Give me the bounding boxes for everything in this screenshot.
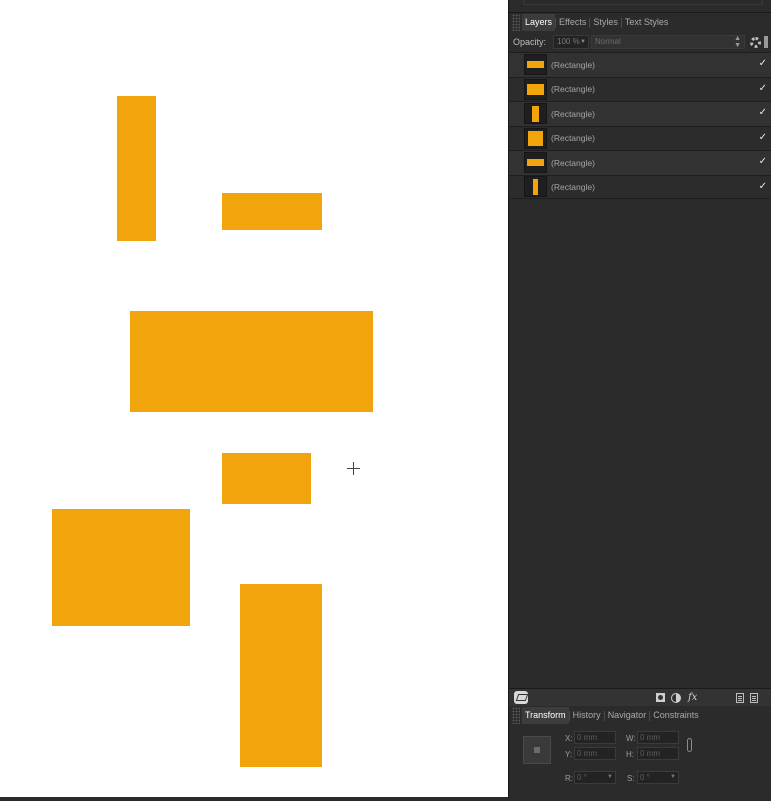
duplicate-icon[interactable] [750,692,759,703]
fx-icon[interactable]: fx [688,692,697,703]
layer-name: (Rectangle) [551,108,595,119]
chevron-down-icon: ▼ [607,774,613,780]
h-field[interactable]: 0 mm [637,747,679,760]
transform-panel-tabbar: Transform History Navigator Constraints [509,707,771,724]
visibility-checkmark-icon[interactable]: ✓ [759,58,767,69]
visibility-checkmark-icon[interactable]: ✓ [759,132,767,143]
layers-stack-icon[interactable] [514,691,528,704]
layer-thumbnail [524,54,547,76]
window-bottom-edge [0,797,771,801]
panel-grip-icon[interactable] [512,14,520,31]
tab-text-styles[interactable]: Text Styles [622,14,672,31]
x-label: X: [565,734,573,743]
layer-name: (Rectangle) [551,133,595,144]
rectangle-shape[interactable] [52,509,190,626]
s-value: 0 ° [640,773,650,782]
layer-thumbnail [524,176,547,198]
layer-name: (Rectangle) [551,157,595,168]
opacity-field[interactable]: 100 % ▼ [553,35,589,49]
blend-mode-value: Normal [595,37,621,46]
rectangle-shape[interactable] [130,311,373,412]
collapsed-panel-edge [509,0,771,13]
tab-layers[interactable]: Layers [522,14,556,31]
layer-thumbnail [524,103,547,125]
chevron-down-icon: ▼ [580,39,586,45]
w-field[interactable]: 0 mm [637,731,679,744]
layer-row[interactable]: (Rectangle) ✓ [509,174,771,199]
r-value: 0 ° [577,773,587,782]
document-canvas[interactable] [0,0,508,797]
layers-toolbar: fx [509,688,771,706]
studio-panel: Layers Effects Styles Text Styles Opacit… [508,0,771,797]
opacity-label: Opacity: [513,37,547,47]
y-label: Y: [565,750,573,759]
panel-grip-icon[interactable] [512,707,520,724]
rectangle-shape[interactable] [240,584,322,767]
layers-panel-tabbar: Layers Effects Styles Text Styles [509,14,771,31]
y-field[interactable]: 0 mm [574,747,616,760]
r-field[interactable]: 0 ° ▼ [574,771,616,784]
add-page-icon[interactable] [736,692,745,703]
adjustment-icon[interactable] [671,692,681,703]
layer-thumbnail [524,152,547,174]
anchor-point-selector[interactable] [523,736,551,764]
visibility-checkmark-icon[interactable]: ✓ [759,83,767,94]
chevron-down-icon: ▼ [670,774,676,780]
layer-thumbnail [524,127,547,149]
layer-thumbnail [524,78,547,100]
rectangle-shape[interactable] [222,453,311,504]
layer-name: (Rectangle) [551,84,595,95]
gear-icon[interactable] [750,36,761,48]
layers-list: (Rectangle) ✓ (Rectangle) ✓ (Rectangle) … [509,52,771,199]
blend-mode-select[interactable]: Normal ▲ ▼ [591,35,745,49]
w-label: W: [626,734,636,743]
tab-styles[interactable]: Styles [590,14,621,31]
visibility-checkmark-icon[interactable]: ✓ [759,181,767,192]
layer-row[interactable]: (Rectangle) ✓ [509,76,771,101]
layer-name: (Rectangle) [551,59,595,70]
tab-transform[interactable]: Transform [522,707,569,724]
layer-row[interactable]: (Rectangle) ✓ [509,101,771,126]
tab-constraints[interactable]: Constraints [650,707,702,724]
crosshair-cursor-icon [347,462,360,475]
layer-row[interactable]: (Rectangle) ✓ [509,52,771,77]
tab-history[interactable]: History [570,707,604,724]
opacity-value: 100 % [557,37,580,46]
x-field[interactable]: 0 mm [574,731,616,744]
opacity-row: Opacity: 100 % ▼ Normal ▲ ▼ [509,32,771,52]
updown-arrows-icon: ▲ ▼ [734,35,741,49]
rectangle-shape[interactable] [222,193,322,230]
r-label: R: [565,774,573,783]
visibility-checkmark-icon[interactable]: ✓ [759,107,767,118]
panel-menu-icon[interactable] [764,36,768,48]
s-label: S: [627,774,635,783]
transform-fields: X: 0 mm W: 0 mm Y: 0 mm H: 0 mm R: 0 ° ▼… [509,724,771,797]
layer-row[interactable]: (Rectangle) ✓ [509,125,771,150]
tab-navigator[interactable]: Navigator [605,707,650,724]
layer-row[interactable]: (Rectangle) ✓ [509,150,771,175]
mask-icon[interactable] [656,693,665,702]
h-label: H: [626,750,634,759]
link-icon[interactable] [687,738,692,752]
tab-effects[interactable]: Effects [556,14,589,31]
layer-name: (Rectangle) [551,181,595,192]
rectangle-shape[interactable] [117,96,156,241]
s-field[interactable]: 0 ° ▼ [637,771,679,784]
visibility-checkmark-icon[interactable]: ✓ [759,156,767,167]
